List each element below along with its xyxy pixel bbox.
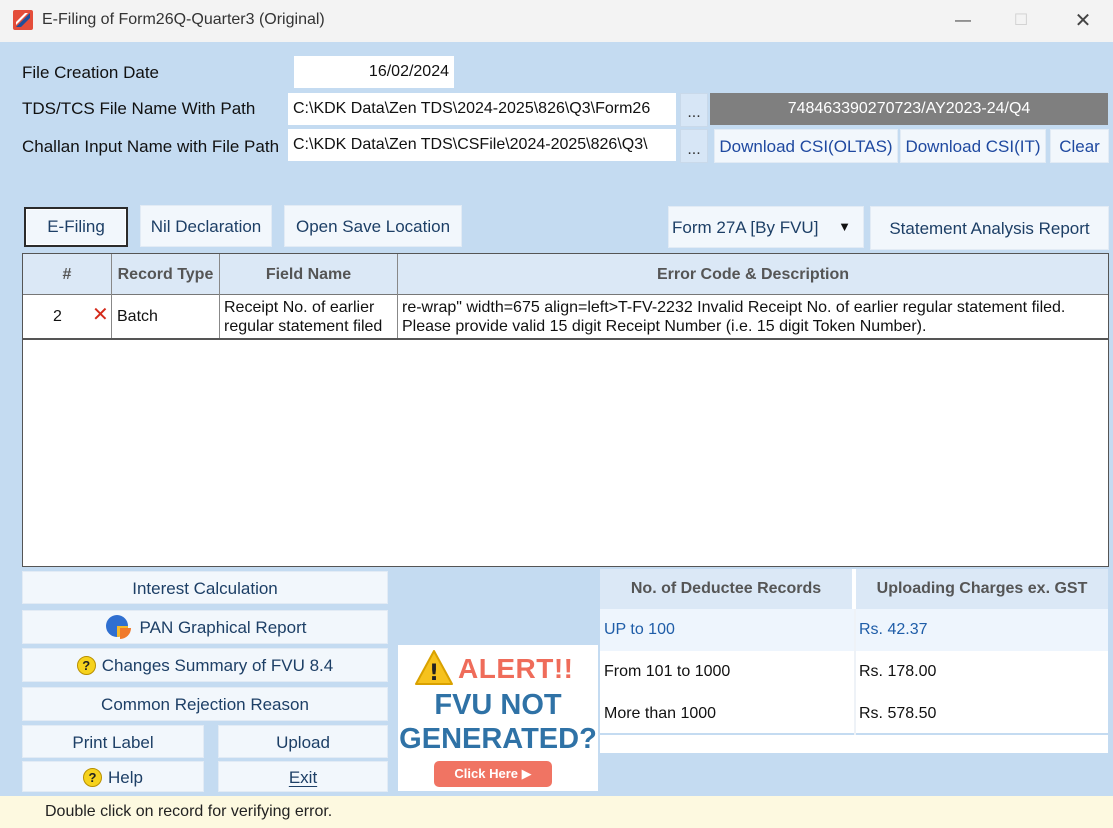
charges-range: More than 1000 xyxy=(604,705,717,722)
status-message: Double click on record for verifying err… xyxy=(45,803,333,820)
help-label: Help xyxy=(108,768,143,787)
field-name-line2: regular statement filed xyxy=(224,318,383,335)
challan-browse-button[interactable]: ... xyxy=(680,129,708,163)
charges-range: UP to 100 xyxy=(604,621,675,638)
charges-amount: Rs. 42.37 xyxy=(859,621,928,638)
record-type-value: Batch xyxy=(117,308,158,325)
fvu-alert-banner[interactable]: ! ALERT!! FVU NOT GENERATED? Click Here … xyxy=(398,645,598,791)
title-bar: E-Filing of Form26Q-Quarter3 (Original) … xyxy=(0,0,1113,42)
row-number: 2 xyxy=(53,308,62,325)
close-button[interactable]: ✕ xyxy=(1060,6,1106,36)
help-icon: ? xyxy=(76,656,96,675)
maximize-button[interactable]: ☐ xyxy=(998,6,1044,36)
exit-button[interactable]: Exit xyxy=(218,761,388,792)
col-error-desc-header[interactable]: Error Code & Description xyxy=(398,254,1108,295)
error-x-icon: ✕ xyxy=(92,304,109,326)
pan-graphical-report-label: PAN Graphical Report xyxy=(139,618,307,637)
grid-header: # Record Type Field Name Error Code & De… xyxy=(23,254,1108,295)
pie-chart-icon xyxy=(105,615,131,639)
interest-calculation-button[interactable]: Interest Calculation xyxy=(22,571,388,604)
table-row[interactable]: 2 ✕ Batch Receipt No. of earlier regular… xyxy=(23,295,1108,340)
field-name-line1: Receipt No. of earlier xyxy=(224,299,375,316)
col-record-type-header[interactable]: Record Type xyxy=(112,254,220,295)
help-button[interactable]: ? Help xyxy=(22,761,204,792)
error-desc-line2: Please provide valid 15 digit Receipt Nu… xyxy=(402,318,927,335)
charges-header-records: No. of Deductee Records xyxy=(600,569,854,609)
common-rejection-reason-button[interactable]: Common Rejection Reason xyxy=(22,687,388,721)
window-title: E-Filing of Form26Q-Quarter3 (Original) xyxy=(42,11,325,28)
col-number-header[interactable]: # xyxy=(23,254,112,295)
open-save-location-button[interactable]: Open Save Location xyxy=(284,205,462,247)
row-number-cell: 2 ✕ xyxy=(23,295,112,338)
dropdown-arrow-icon: ▼ xyxy=(838,219,851,234)
charges-amount: Rs. 578.50 xyxy=(859,705,937,722)
minimize-button[interactable]: — xyxy=(940,6,986,36)
challan-label: Challan Input Name with File Path xyxy=(22,137,280,156)
file-creation-date-label: File Creation Date xyxy=(22,63,160,82)
statement-analysis-report-button[interactable]: Statement Analysis Report xyxy=(870,206,1109,250)
alert-title: ALERT!! xyxy=(458,653,574,684)
charges-divider xyxy=(854,609,856,735)
help-icon: ? xyxy=(83,768,103,787)
clear-button[interactable]: Clear xyxy=(1050,129,1109,163)
tds-file-label: TDS/TCS File Name With Path xyxy=(22,99,256,118)
pan-graphical-report-button[interactable]: PAN Graphical Report xyxy=(22,610,388,644)
click-here-button[interactable]: Click Here ▶ xyxy=(434,761,552,787)
error-desc-cell: re-wrap" width=675 align=left>T-FV-2232 … xyxy=(398,295,1108,338)
warning-icon: ! xyxy=(415,650,453,686)
upload-button[interactable]: Upload xyxy=(218,725,388,758)
download-csi-oltas-button[interactable]: Download CSI(OLTAS) xyxy=(714,129,898,163)
warning-glyph: ! xyxy=(429,661,439,686)
nil-declaration-button[interactable]: Nil Declaration xyxy=(140,205,272,247)
print-label-button[interactable]: Print Label xyxy=(22,725,204,758)
form-type-select-value: Form 27A [By FVU] xyxy=(672,218,819,237)
status-bar: Double click on record for verifying err… xyxy=(0,796,1113,828)
changes-summary-label: Changes Summary of FVU 8.4 xyxy=(101,656,334,675)
charges-header-cost: Uploading Charges ex. GST xyxy=(856,569,1108,609)
charges-range: From 101 to 1000 xyxy=(604,663,731,680)
token-number-display: 748463390270723/AY2023-24/Q4 xyxy=(710,93,1108,125)
download-csi-it-button[interactable]: Download CSI(IT) xyxy=(900,129,1046,163)
error-grid[interactable]: # Record Type Field Name Error Code & De… xyxy=(22,253,1109,567)
error-desc-line1: re-wrap" width=675 align=left>T-FV-2232 … xyxy=(402,299,1066,316)
app-logo-icon xyxy=(13,10,33,30)
efiling-window: E-Filing of Form26Q-Quarter3 (Original) … xyxy=(0,0,1113,828)
field-name-cell: Receipt No. of earlier regular statement… xyxy=(220,295,398,338)
col-field-name-header[interactable]: Field Name xyxy=(220,254,398,295)
efiling-button[interactable]: E-Filing xyxy=(24,207,128,247)
changes-summary-button[interactable]: ? Changes Summary of FVU 8.4 xyxy=(22,648,388,682)
challan-path-field[interactable]: C:\KDK Data\Zen TDS\CSFile\2024-2025\826… xyxy=(288,129,676,161)
file-creation-date-field[interactable]: 16/02/2024 xyxy=(294,56,454,88)
charges-amount: Rs. 178.00 xyxy=(859,663,937,680)
alert-line-1: FVU NOT xyxy=(434,689,562,721)
alert-line-2: GENERATED? xyxy=(399,723,597,755)
uploading-charges-table: No. of Deductee Records Uploading Charge… xyxy=(600,569,1108,753)
tds-file-browse-button[interactable]: ... xyxy=(680,93,708,127)
tds-file-path-field[interactable]: C:\KDK Data\Zen TDS\2024-2025\826\Q3\For… xyxy=(288,93,676,125)
form-type-select[interactable]: Form 27A [By FVU] ▼ xyxy=(668,206,864,248)
record-type-cell: Batch xyxy=(112,295,220,338)
